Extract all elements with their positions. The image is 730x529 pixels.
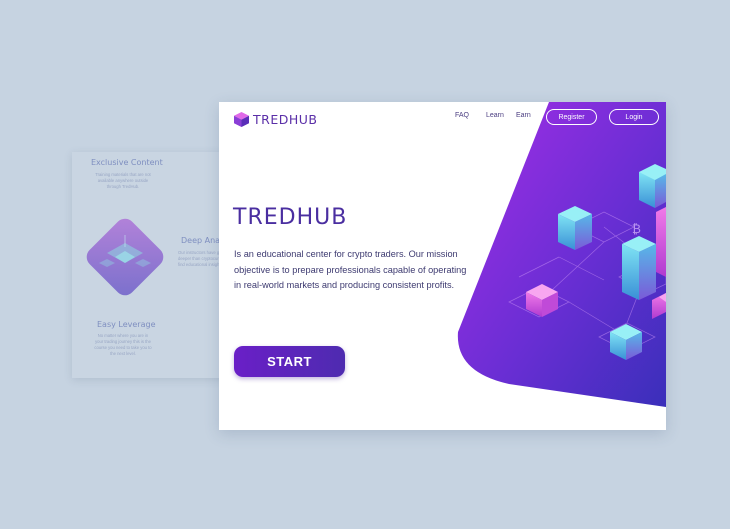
hero-description: Is an educational center for crypto trad… (234, 249, 467, 290)
nav-link-earn[interactable]: Earn (516, 112, 531, 119)
bitcoin-icon: ₿ (632, 222, 641, 236)
feature-desc-exclusive: Training materials that are not availabl… (95, 172, 151, 189)
teal-cube-icon (558, 206, 592, 250)
register-button[interactable]: Register (546, 109, 597, 125)
hero-title: TREDHUB (233, 205, 348, 230)
diamond-chip-icon (86, 218, 164, 296)
nav-link-learn[interactable]: Learn (486, 112, 504, 119)
login-button[interactable]: Login (609, 109, 659, 125)
start-button[interactable]: START (234, 346, 345, 377)
landing-page-window: ₿ TREDHUB FAQ Learn Earn Register Login … (219, 102, 666, 430)
nav-link-faq[interactable]: FAQ (455, 112, 469, 119)
feature-title-exclusive: Exclusive Content (91, 158, 163, 167)
purple-cube-icon (234, 112, 249, 127)
feature-desc-easy-leverage: No matter where you are in your trading … (94, 333, 152, 356)
feature-title-easy-leverage: Easy Leverage (97, 320, 156, 329)
logo-text: TREDHUB (253, 112, 318, 127)
brand-logo[interactable]: TREDHUB (233, 111, 317, 128)
